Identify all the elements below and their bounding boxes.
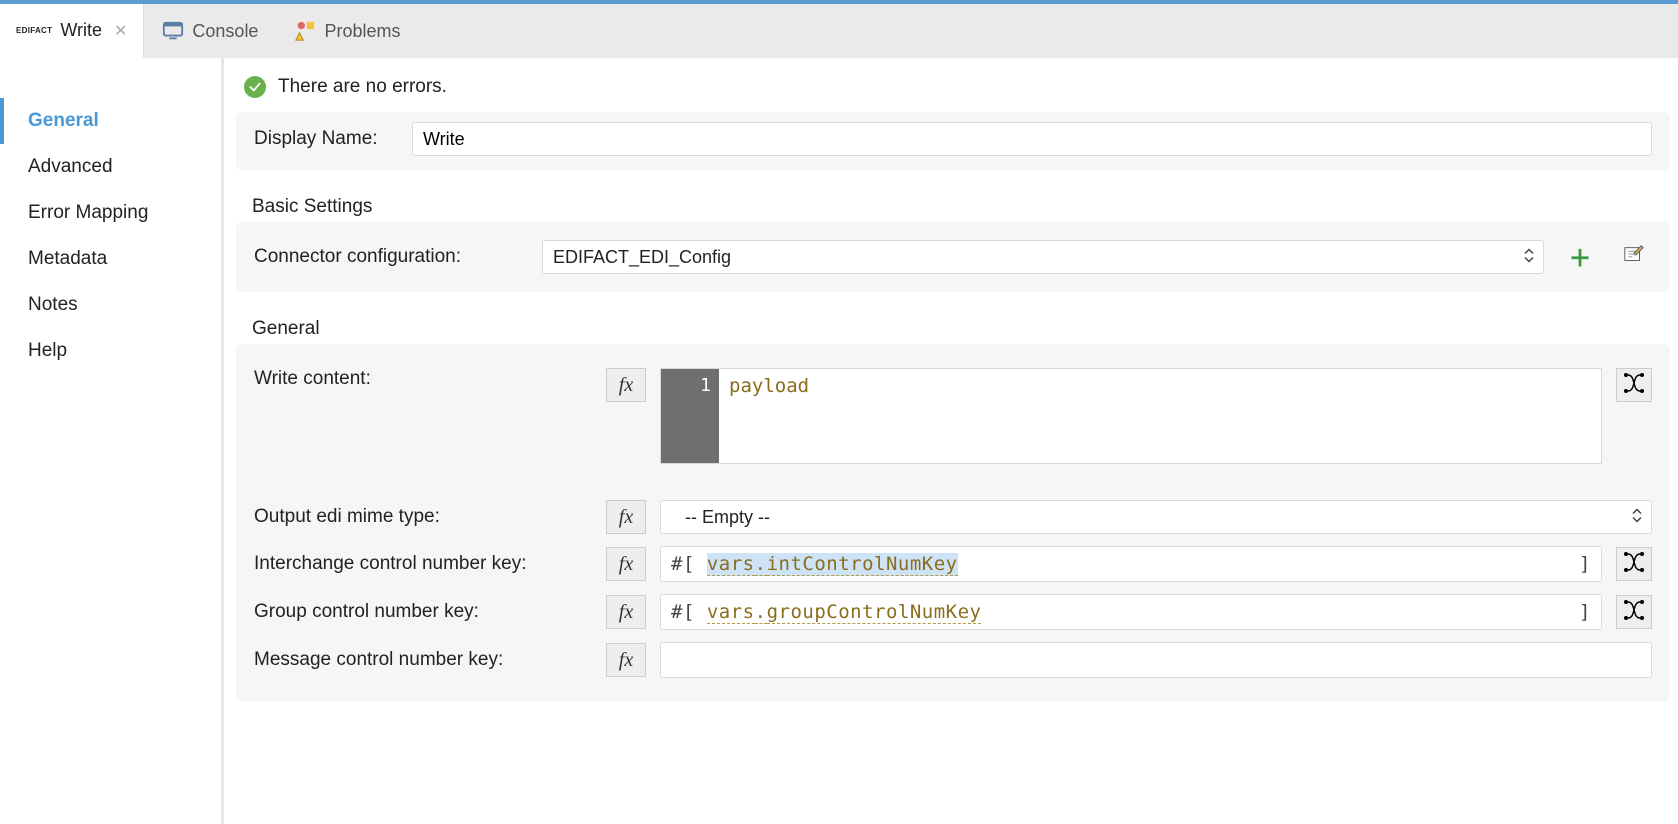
plus-icon: ＋ [1569, 241, 1591, 273]
console-icon [162, 20, 184, 42]
group-key-label: Group control number key: [254, 601, 592, 623]
editor-code: payload [719, 369, 819, 463]
fx-button-write-content[interactable]: fx [606, 368, 646, 402]
tab-close-icon[interactable]: ✕ [114, 21, 127, 41]
general-panel: Write content: fx 1 payload Output edi m… [236, 344, 1670, 702]
graph-icon [1622, 371, 1646, 400]
interchange-key-label: Interchange control number key: [254, 553, 592, 575]
tab-write[interactable]: EDIFACT Write ✕ [0, 4, 144, 58]
display-name-panel: Display Name: [236, 112, 1670, 170]
connector-config-label: Connector configuration: [254, 246, 524, 268]
sidebar-item-general[interactable]: General [0, 98, 221, 144]
sidebar: General Advanced Error Mapping Metadata … [0, 58, 224, 824]
status-bar: There are no errors. [236, 70, 1670, 112]
expr-prefix: #[ [671, 601, 695, 623]
expr-prefix: #[ [671, 553, 695, 575]
basic-settings-panel: Connector configuration: EDIFACT_EDI_Con… [236, 222, 1670, 292]
sidebar-item-error-mapping[interactable]: Error Mapping [0, 190, 221, 236]
editor-gutter: 1 [661, 369, 719, 463]
interchange-key-input[interactable]: #[ vars.intControlNumKey ] [660, 546, 1602, 582]
main-panel: There are no errors. Display Name: Basic… [224, 58, 1678, 824]
expr-suffix: ] [1579, 601, 1591, 623]
fx-button-interchange[interactable]: fx [606, 547, 646, 581]
chevron-updown-icon [1524, 249, 1534, 266]
basic-settings-title: Basic Settings [236, 188, 1670, 222]
expr-name: intControlNumKey [767, 553, 958, 576]
general-title: General [236, 310, 1670, 344]
edit-icon [1623, 244, 1645, 271]
expr-vars: vars [707, 601, 755, 624]
sidebar-item-notes[interactable]: Notes [0, 282, 221, 328]
sidebar-item-help[interactable]: Help [0, 328, 221, 374]
connector-config-value: EDIFACT_EDI_Config [542, 240, 1544, 274]
write-content-label: Write content: [254, 368, 592, 390]
fx-button-message[interactable]: fx [606, 643, 646, 677]
sidebar-item-advanced[interactable]: Advanced [0, 144, 221, 190]
message-key-input[interactable] [660, 642, 1652, 678]
fx-button-group[interactable]: fx [606, 595, 646, 629]
output-mime-value: -- Empty -- [660, 500, 1652, 534]
display-name-input[interactable] [412, 122, 1652, 156]
tab-badge: EDIFACT [16, 26, 52, 35]
message-key-label: Message control number key: [254, 649, 592, 671]
toolbar-problems-label: Problems [324, 21, 400, 42]
toolbar-console[interactable]: Console [144, 4, 276, 58]
expr-name: groupControlNumKey [767, 601, 982, 624]
toolbar-console-label: Console [192, 21, 258, 42]
expr-suffix: ] [1579, 553, 1591, 575]
dataweave-graph-button[interactable] [1616, 547, 1652, 581]
dataweave-graph-button[interactable] [1616, 595, 1652, 629]
add-config-button[interactable]: ＋ [1562, 240, 1598, 274]
expr-dot: . [755, 553, 767, 576]
status-ok-icon [244, 76, 266, 98]
tab-title: Write [60, 20, 102, 41]
graph-icon [1622, 598, 1646, 627]
dataweave-graph-button[interactable] [1616, 368, 1652, 402]
group-key-input[interactable]: #[ vars.groupControlNumKey ] [660, 594, 1602, 630]
output-mime-label: Output edi mime type: [254, 506, 592, 528]
status-text: There are no errors. [278, 76, 447, 98]
top-bar: EDIFACT Write ✕ Console Problems [0, 0, 1678, 58]
expr-dot: . [755, 601, 767, 624]
write-content-editor[interactable]: 1 payload [660, 368, 1602, 464]
expr-vars: vars [707, 553, 755, 576]
toolbar-problems[interactable]: Problems [276, 4, 418, 58]
connector-config-select[interactable]: EDIFACT_EDI_Config [542, 240, 1544, 274]
problems-icon [294, 20, 316, 42]
sidebar-item-metadata[interactable]: Metadata [0, 236, 221, 282]
fx-button-output-mime[interactable]: fx [606, 500, 646, 534]
output-mime-select[interactable]: -- Empty -- [660, 500, 1652, 534]
chevron-updown-icon [1632, 509, 1642, 526]
display-name-label: Display Name: [254, 128, 394, 150]
edit-config-button[interactable] [1616, 240, 1652, 274]
graph-icon [1622, 550, 1646, 579]
